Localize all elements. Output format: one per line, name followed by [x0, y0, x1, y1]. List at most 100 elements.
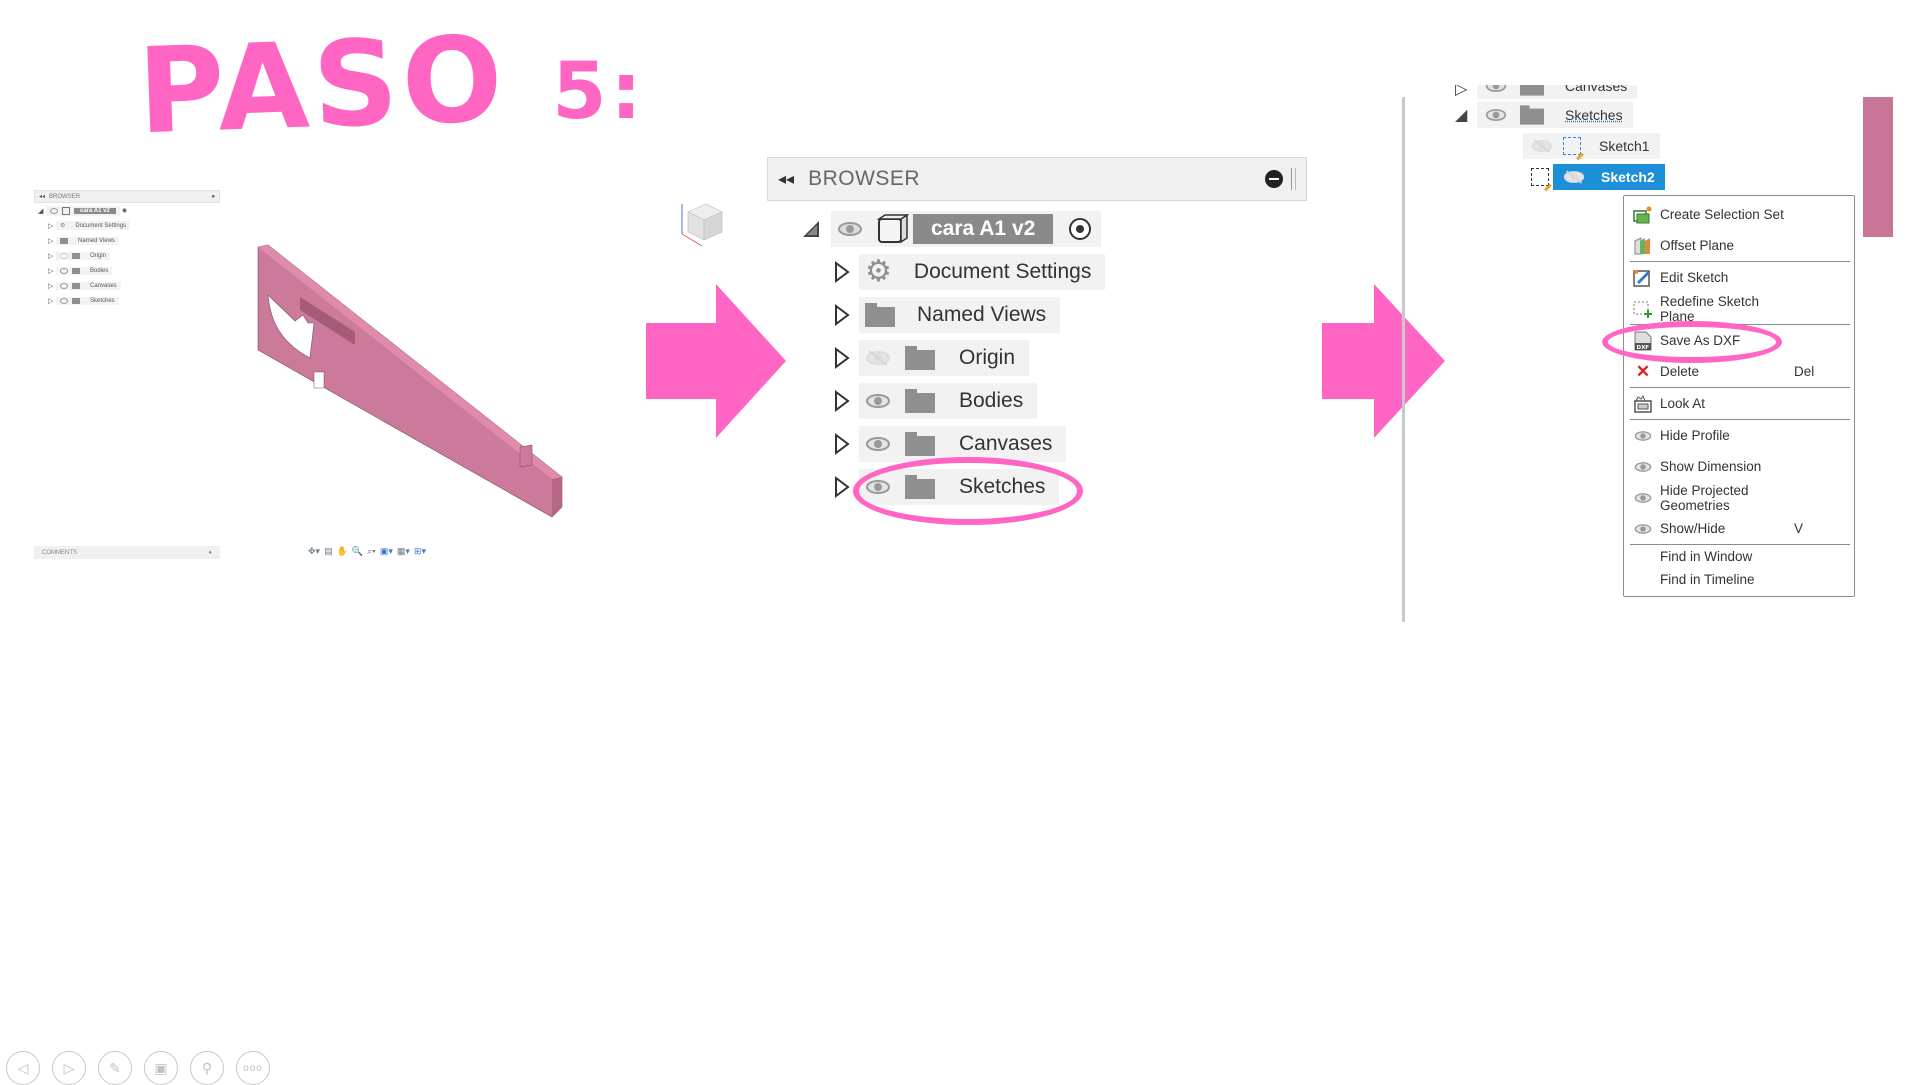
browser-panel: ◂◂ BROWSER cara A1 v2 ⚙ Document Settings…	[767, 157, 1307, 525]
thumbnail-nav-toolbar: ✥▾ ▤ ✋ 🔍 ⌕▾ ▣▾ ▦▾ ⊞▾	[308, 546, 426, 557]
look-at-icon: ▤	[324, 546, 333, 556]
annotation-highlight-ring	[853, 457, 1083, 525]
thumbnail-item-label: Named Views	[78, 237, 115, 244]
thumbnail-item-label: Document Settings	[75, 222, 127, 229]
thumbnail-browser-item: ▷ Origin	[34, 248, 220, 263]
folder-icon	[72, 267, 80, 274]
thumbnail-browser-item: ▷ Bodies	[34, 263, 220, 278]
menu-item-redefine-sketch-plane[interactable]: Redefine Sketch Plane	[1624, 293, 1854, 324]
sketch-tree-item-sketch2[interactable]: Sketch2	[1455, 161, 1675, 192]
thumbnail-item-label: Bodies	[90, 267, 109, 274]
delete-icon: ✕	[1635, 361, 1651, 381]
eye-icon	[1632, 519, 1654, 539]
browser-title: BROWSER	[808, 167, 921, 190]
selection-set-icon	[1632, 205, 1654, 225]
pink-part-model	[257, 244, 563, 518]
browser-item-named-views[interactable]: Named Views	[767, 293, 1307, 336]
browser-item-sketches[interactable]: Sketches	[767, 457, 1307, 525]
folder-icon	[865, 302, 895, 327]
expanded-triangle-icon: ◢	[38, 207, 44, 215]
thumbnail-browser-item: ▷ ⚙ Document Settings	[34, 218, 220, 233]
browser-root-row[interactable]: cara A1 v2	[767, 207, 1307, 250]
title-text: PASO	[135, 9, 509, 161]
browser-item-bodies[interactable]: Bodies	[767, 379, 1307, 422]
menu-item-label: Show/Hide	[1660, 521, 1726, 536]
minimize-icon: ●	[208, 549, 212, 556]
browser-item-origin[interactable]: Origin	[767, 336, 1307, 379]
collapsed-triangle-icon: ▷	[48, 237, 54, 245]
collapsed-triangle-icon[interactable]	[833, 303, 851, 326]
expanded-triangle-icon[interactable]: ◢	[1455, 105, 1477, 125]
collapse-browser-icon[interactable]: ◂◂	[778, 169, 794, 189]
eye-icon[interactable]	[1485, 85, 1507, 93]
menu-item-hide-profile[interactable]: Hide Profile	[1624, 420, 1854, 451]
slides-grid-icon: ▣	[154, 1059, 168, 1076]
thumbnail-item-label: Sketches	[90, 297, 115, 304]
collapsed-triangle-icon[interactable]	[833, 389, 851, 412]
menu-item-edit-sketch[interactable]: Edit Sketch	[1624, 262, 1854, 293]
comments-label: COMMENTS	[42, 549, 77, 556]
panel-grip-icon[interactable]	[1291, 168, 1296, 190]
browser-header: ◂◂ BROWSER	[767, 157, 1307, 201]
browser-item-canvases[interactable]: Canvases	[767, 422, 1307, 465]
browser-item-label: Named Views	[917, 302, 1047, 326]
grid-icon: ▦▾	[396, 546, 410, 556]
display-settings-icon: ▣▾	[379, 546, 393, 556]
collapsed-triangle-icon[interactable]	[833, 346, 851, 369]
menu-item-shortcut: Del	[1794, 364, 1815, 379]
thumbnail-browser-panel: ◂◂ BROWSER ● ◢ cara A1 v2 ◉ ▷ ⚙ Document S…	[34, 190, 220, 308]
menu-item-create-selection-set[interactable]: Create Selection Set	[1624, 199, 1854, 230]
eye-icon	[50, 207, 58, 214]
eye-hidden-icon[interactable]	[865, 349, 891, 366]
menu-item-hide-projected-geometries[interactable]: Hide Projected Geometries	[1624, 482, 1854, 513]
step-number: 5:	[552, 47, 646, 137]
menu-item-show-dimension[interactable]: Show Dimension	[1624, 451, 1854, 482]
sketch-icon	[1563, 136, 1584, 160]
menu-item-look-at[interactable]: Look At	[1624, 388, 1854, 419]
step-arrow-2	[1322, 284, 1445, 438]
zoom-window-icon: 🔍	[351, 546, 364, 556]
minimize-browser-icon[interactable]	[1265, 170, 1283, 188]
collapsed-triangle-icon[interactable]	[833, 475, 851, 498]
menu-item-find-in-timeline[interactable]: Find in Timeline	[1624, 568, 1854, 591]
menu-item-label: Find in Window	[1660, 549, 1753, 564]
menu-item-show-hide[interactable]: Show/Hide V	[1624, 513, 1854, 544]
collapsed-triangle-icon: ▷	[48, 252, 54, 260]
selected-highlight[interactable]: Sketch2	[1553, 163, 1665, 190]
viewports-icon: ⊞▾	[413, 546, 426, 556]
folder-icon	[1520, 85, 1544, 96]
view-cube[interactable]	[678, 198, 728, 250]
eye-hidden-icon[interactable]	[1531, 138, 1553, 153]
menu-item-delete[interactable]: ✕ Delete Del	[1624, 356, 1854, 387]
eye-hidden-icon[interactable]	[1563, 169, 1585, 184]
thumbnail-item-label: Canvases	[90, 282, 117, 289]
eye-icon[interactable]	[865, 393, 891, 409]
menu-item-label: Look At	[1660, 396, 1706, 411]
folder-icon	[72, 252, 80, 259]
menu-item-offset-plane[interactable]: Offset Plane	[1624, 230, 1854, 261]
collapsed-triangle-icon[interactable]: ▷	[1455, 85, 1477, 99]
menu-item-find-in-window[interactable]: Find in Window	[1624, 545, 1854, 568]
collapsed-triangle-icon[interactable]	[833, 260, 851, 283]
sketch-tree-item-sketches[interactable]: ◢ Sketches	[1455, 99, 1675, 130]
eye-icon	[1632, 426, 1654, 446]
thumbnail-browser-item: ▷ Sketches	[34, 293, 220, 308]
menu-item-save-as-dxf[interactable]: DXF Save As DXF	[1602, 321, 1854, 363]
browser-item-label: Bodies	[959, 388, 1024, 412]
pan-icon: ✋	[336, 546, 348, 556]
browser-item-document-settings[interactable]: ⚙ Document Settings	[767, 250, 1307, 293]
expanded-triangle-icon[interactable]	[791, 219, 831, 239]
eye-icon	[60, 267, 68, 274]
activate-radio-icon[interactable]	[1067, 216, 1093, 242]
edit-sketch-icon	[1632, 268, 1654, 288]
sketch-tree-item-sketch1[interactable]: Sketch1	[1455, 130, 1675, 161]
collapsed-triangle-icon[interactable]	[833, 432, 851, 455]
triangle-left-icon: ◁	[17, 1059, 29, 1076]
no-icon-spacer	[1632, 570, 1654, 590]
eye-icon[interactable]	[837, 221, 863, 237]
browser-root-label: cara A1 v2	[913, 213, 1054, 244]
eye-icon[interactable]	[865, 436, 891, 452]
eye-icon[interactable]	[1485, 108, 1507, 122]
sketch-tree-item-canvases[interactable]: ▷ Canvases	[1455, 85, 1675, 99]
folder-icon	[905, 345, 935, 370]
